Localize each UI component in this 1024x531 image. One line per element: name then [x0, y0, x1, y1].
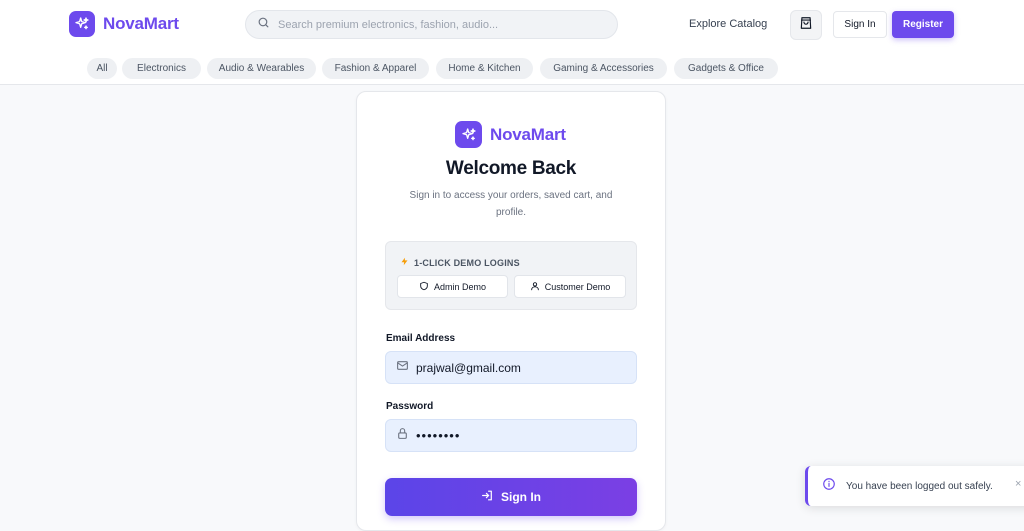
category-chip-fashion-apparel[interactable]: Fashion & Apparel	[322, 58, 429, 79]
mail-icon	[396, 359, 409, 377]
lightning-icon	[400, 256, 409, 269]
email-input[interactable]	[416, 360, 616, 375]
login-card: NovaMart Welcome Back Sign in to access …	[356, 91, 666, 531]
demo-logins-header: 1-CLICK DEMO LOGINS	[400, 256, 520, 269]
sparkles-icon	[69, 11, 95, 37]
password-label: Password	[386, 401, 434, 412]
customer-demo-label: Customer Demo	[544, 281, 611, 292]
sign-in-label: Sign In	[501, 490, 541, 504]
brand-logo[interactable]: NovaMart	[69, 11, 179, 37]
customer-demo-button[interactable]: Customer Demo	[514, 275, 626, 298]
register-button[interactable]: Register	[892, 11, 954, 38]
sparkles-icon	[455, 121, 482, 148]
sign-in-button[interactable]: Sign In	[385, 478, 637, 516]
top-navbar: NovaMart Explore Catalog Sign In Registe…	[0, 0, 1024, 85]
admin-demo-label: Admin Demo	[433, 281, 487, 292]
email-label: Email Address	[386, 333, 456, 344]
demo-logins-title: 1-CLICK DEMO LOGINS	[414, 257, 520, 268]
info-icon	[822, 477, 836, 496]
category-chip-home-kitchen[interactable]: Home & Kitchen	[436, 58, 533, 79]
brand-name: NovaMart	[103, 14, 179, 33]
password-input[interactable]	[416, 428, 616, 443]
logout-toast: You have been logged out safely. ×	[805, 466, 1024, 506]
category-chip-gaming-accessories[interactable]: Gaming & Accessories	[540, 58, 667, 79]
user-icon	[530, 281, 540, 293]
explore-catalog-link[interactable]: Explore Catalog	[689, 18, 767, 30]
page-subtitle: Sign in to access your orders, saved car…	[409, 190, 613, 218]
email-field[interactable]	[385, 351, 637, 384]
page-title: Welcome Back	[445, 158, 577, 179]
category-chip-audio-wearables[interactable]: Audio & Wearables	[207, 58, 316, 79]
card-brand-logo: NovaMart	[455, 121, 566, 148]
log-in-icon	[481, 489, 494, 505]
search-icon	[257, 16, 270, 34]
card-brand-name: NovaMart	[490, 124, 566, 144]
lock-icon	[396, 427, 409, 445]
category-chip-electronics[interactable]: Electronics	[122, 58, 201, 79]
search-input[interactable]	[278, 18, 598, 31]
shopping-bag-icon	[799, 16, 813, 35]
demo-logins-panel: 1-CLICK DEMO LOGINS Admin Demo Customer …	[385, 241, 637, 310]
close-icon[interactable]: ×	[1015, 478, 1021, 490]
search-bar[interactable]	[245, 10, 618, 39]
cart-button[interactable]	[790, 10, 822, 40]
category-chip-gadgets-office[interactable]: Gadgets & Office	[674, 58, 778, 79]
header-sign-in-button[interactable]: Sign In	[833, 11, 887, 38]
password-field[interactable]	[385, 419, 637, 452]
shield-icon	[419, 281, 429, 293]
admin-demo-button[interactable]: Admin Demo	[397, 275, 508, 298]
toast-message: You have been logged out safely.	[846, 480, 993, 492]
category-chip-all[interactable]: All	[87, 58, 117, 79]
